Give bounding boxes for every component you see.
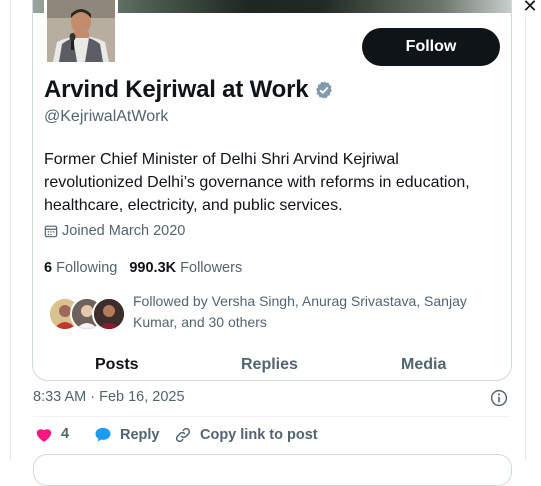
joined-text: Joined March 2020 bbox=[62, 223, 186, 239]
follow-counts: 6 Following 990.3K Followers bbox=[44, 260, 242, 276]
tweet-timestamp[interactable]: 8:33 AM · Feb 16, 2025 bbox=[33, 389, 185, 405]
tab-replies[interactable]: Replies bbox=[241, 356, 298, 374]
divider bbox=[33, 416, 510, 417]
followed-by-text[interactable]: Followed by Versha Singh, Anurag Srivast… bbox=[133, 291, 483, 333]
reply-composer-box[interactable] bbox=[33, 454, 512, 486]
close-icon[interactable]: ✕ bbox=[518, 0, 541, 18]
copy-link-label: Copy link to post bbox=[200, 427, 318, 443]
followed-by-avatars[interactable] bbox=[48, 297, 126, 331]
followers-count: 990.3K bbox=[129, 260, 177, 276]
profile-bio: Former Chief Minister of Delhi Shri Arvi… bbox=[44, 151, 470, 214]
outer-border-left bbox=[10, 0, 11, 460]
reply-label: Reply bbox=[120, 427, 160, 443]
following-label: Following bbox=[56, 260, 118, 276]
reply-bubble-icon bbox=[95, 427, 111, 442]
follower-avatar bbox=[92, 297, 126, 331]
link-icon bbox=[175, 427, 191, 443]
calendar-icon bbox=[44, 225, 58, 238]
copy-link-button[interactable]: Copy link to post bbox=[174, 426, 318, 444]
profile-tabs: Posts Replies Media bbox=[33, 356, 511, 380]
joined-date: Joined March 2020 bbox=[44, 223, 185, 239]
heart-icon bbox=[36, 429, 52, 442]
outer-border-right bbox=[525, 0, 526, 460]
verified-badge-icon bbox=[316, 81, 333, 99]
info-icon[interactable] bbox=[490, 389, 508, 407]
name-row: Arvind Kejriwal at Work bbox=[44, 76, 334, 104]
reply-button[interactable]: Reply bbox=[94, 426, 160, 444]
followers-link[interactable]: 990.3K Followers bbox=[129, 260, 242, 276]
tab-posts[interactable]: Posts bbox=[95, 356, 139, 374]
profile-name[interactable]: Arvind Kejriwal at Work bbox=[44, 76, 309, 104]
avatar-photo bbox=[47, 0, 115, 62]
tab-media[interactable]: Media bbox=[401, 356, 446, 374]
avatar[interactable] bbox=[44, 0, 118, 65]
following-link[interactable]: 6 Following bbox=[44, 260, 117, 276]
like-button[interactable]: 4 bbox=[35, 426, 69, 442]
following-count: 6 bbox=[44, 260, 53, 276]
followers-label: Followers bbox=[180, 260, 243, 276]
follow-button[interactable]: Follow bbox=[362, 28, 500, 66]
profile-handle[interactable]: @KejriwalAtWork bbox=[44, 108, 168, 126]
profile-hover-card: Follow Arvind Kejriwal at Work @Kejriwal… bbox=[32, 0, 512, 381]
like-count: 4 bbox=[61, 426, 70, 442]
